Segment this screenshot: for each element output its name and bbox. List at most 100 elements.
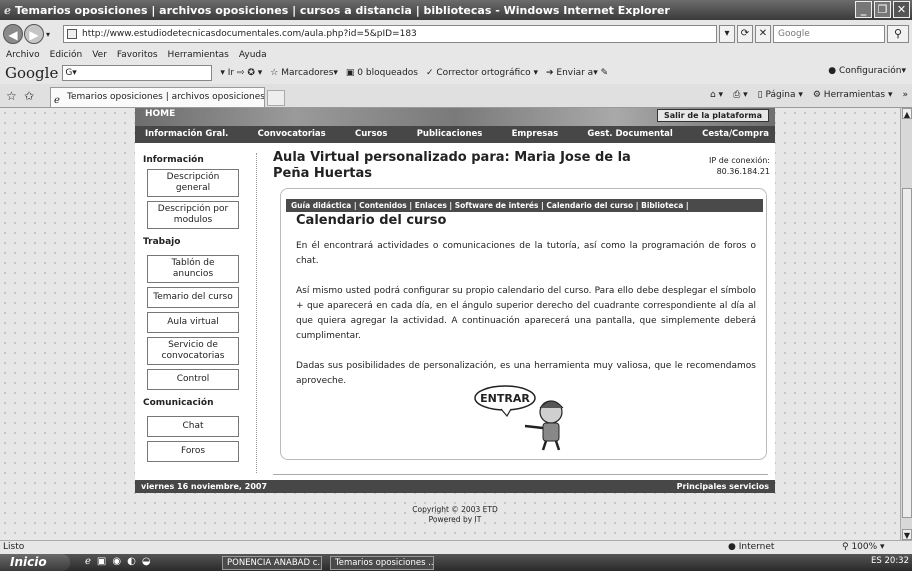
sidebar-item-temario[interactable]: Temario del curso (147, 287, 239, 308)
footer-services-link[interactable]: Principales servicios (677, 480, 769, 493)
popup-blocked-button[interactable]: ▣ 0 bloqueados (346, 68, 418, 78)
nav-convocatorias[interactable]: Convocatorias (258, 126, 326, 143)
scroll-down-icon[interactable]: ▼ (902, 529, 912, 540)
bookmarks-button[interactable]: ☆ Marcadores▾ (270, 68, 338, 78)
sidebar-item-aula-virtual[interactable]: Aula virtual (147, 312, 239, 333)
menu-edicion[interactable]: Edición (50, 48, 83, 62)
google-config-label: Configuración▾ (839, 66, 906, 76)
send-to-button[interactable]: ➔ Enviar a▾ ✎ (546, 68, 608, 78)
taskbar-task-word[interactable]: PONENCIA ANABAD c... (222, 556, 322, 570)
address-dropdown-button[interactable]: ▾ (719, 25, 735, 43)
mascot-hair (539, 400, 564, 409)
favorites-star-icon[interactable]: ☆ (6, 89, 17, 103)
sidebar-item-control[interactable]: Control (147, 369, 239, 390)
logout-button[interactable]: Salir de la plataforma (657, 109, 769, 122)
sidebar-heading-trabajo: Trabajo (143, 237, 181, 247)
zoom-label: 100% (851, 542, 878, 552)
footer-date: viernes 16 noviembre, 2007 (141, 482, 268, 491)
history-dropdown-icon[interactable]: ▾ (46, 30, 50, 39)
forward-button[interactable]: ▶ (24, 24, 44, 44)
tools-menu-button[interactable]: ⚙ Herramientas ▾ (813, 90, 893, 100)
add-favorite-icon[interactable]: ✩ (24, 89, 34, 103)
menu-ver[interactable]: Ver (92, 48, 107, 62)
back-button[interactable]: ◀ (3, 24, 23, 44)
menu-bar: Archivo Edición Ver Favoritos Herramient… (0, 48, 912, 62)
nav-empresas[interactable]: Empresas (512, 126, 559, 143)
google-go-button[interactable]: ▾ Ir ⇨ ✪ ▾ (220, 68, 262, 78)
course-subnav[interactable]: Guía didáctica | Contenidos | Enlaces | … (286, 199, 763, 212)
close-button[interactable]: ✕ (893, 1, 910, 18)
refresh-button[interactable]: ⟳ (737, 25, 753, 43)
content-panel: Guía didáctica | Contenidos | Enlaces | … (280, 188, 767, 460)
menu-herramientas[interactable]: Herramientas (168, 48, 229, 62)
sidebar-heading-comunicacion: Comunicación (143, 398, 214, 408)
sidebar-item-descripcion-general[interactable]: Descripción general (147, 169, 239, 197)
window-titlebar: ℯ Temarios oposiciones | archivos oposic… (0, 0, 912, 20)
menu-favoritos[interactable]: Favoritos (117, 48, 158, 62)
quicklaunch-media-icon[interactable]: ◒ (142, 556, 151, 567)
print-icon[interactable]: ⎙ ▾ (733, 90, 748, 100)
entrar-mascot-button[interactable]: ENTRAR (471, 382, 571, 452)
status-bar: Listo ● Internet ⚲ 100% ▾ (0, 540, 912, 554)
nav-cursos[interactable]: Cursos (355, 126, 387, 143)
window-title: Temarios oposiciones | archivos oposicio… (15, 3, 670, 17)
zoom-control[interactable]: ⚲ 100% ▾ (842, 541, 885, 554)
google-search-field[interactable]: G▾ (62, 65, 213, 81)
google-config-button[interactable]: ● Configuración▾ (828, 66, 906, 76)
taskbar-task-ie[interactable]: Temarios oposiciones ... (330, 556, 434, 570)
sidebar-item-tablon[interactable]: Tablón de anuncios (147, 255, 239, 283)
site-footer: viernes 16 noviembre, 2007 Principales s… (135, 480, 775, 493)
scroll-up-icon[interactable]: ▲ (902, 108, 912, 119)
quicklaunch-ie-icon[interactable]: ℯ (85, 556, 91, 567)
window-controls: _ ❐ ✕ (855, 1, 910, 18)
quicklaunch-desktop-icon[interactable]: ▣ (97, 556, 106, 567)
mascot-arm (524, 424, 544, 430)
sidebar-heading-informacion: Información (143, 155, 204, 165)
ip-info: IP de conexión: 80.36.184.21 (685, 155, 770, 177)
banner-home-link[interactable]: HOME (145, 109, 175, 119)
vertical-scrollbar[interactable]: ▲ ▼ (900, 108, 912, 540)
sidebar-item-servicio-convocatorias[interactable]: Servicio de convocatorias (147, 337, 239, 365)
sidebar-item-chat[interactable]: Chat (147, 416, 239, 437)
page-menu-button[interactable]: ▯ Página ▾ (758, 90, 803, 100)
entrar-label: ENTRAR (480, 392, 530, 405)
google-logo: Google (5, 64, 59, 82)
security-zone: ● Internet (728, 542, 775, 552)
ie-logo-icon: ℯ (4, 3, 11, 17)
new-tab-button[interactable] (267, 90, 285, 106)
address-url: http://www.estudiodetecnicasdocumentales… (82, 29, 417, 39)
chevron-more-icon[interactable]: » (902, 90, 908, 100)
mascot-body (542, 422, 560, 442)
search-input[interactable]: Google (773, 25, 885, 43)
top-nav: Información Gral. Convocatorias Cursos P… (135, 126, 775, 143)
send-to-label: Enviar a▾ (556, 68, 598, 78)
menu-ayuda[interactable]: Ayuda (239, 48, 267, 62)
menu-archivo[interactable]: Archivo (6, 48, 40, 62)
maximize-button[interactable]: ❐ (874, 1, 891, 18)
stop-button[interactable]: ✕ (755, 25, 771, 43)
tab-temarios[interactable]: ℯ Temarios oposiciones | archivos oposic… (50, 87, 265, 107)
nav-gestion-documental[interactable]: Gest. Documental (587, 126, 672, 143)
sidebar-item-descripcion-modulos[interactable]: Descripción por modulos (147, 201, 239, 229)
page-viewport: HOME Salir de la plataforma Información … (0, 108, 900, 540)
google-go-label: Ir (227, 68, 235, 78)
status-text: Listo (3, 542, 25, 552)
spellcheck-button[interactable]: ✓ Corrector ortográfico ▾ (426, 68, 538, 78)
nav-publicaciones[interactable]: Publicaciones (417, 126, 483, 143)
sidebar-item-foros[interactable]: Foros (147, 441, 239, 462)
quicklaunch-mail-icon[interactable]: ◐ (127, 556, 136, 567)
ip-label: IP de conexión: (708, 156, 770, 165)
mascot-legs (541, 440, 561, 451)
panel-text: En él encontrará actividades o comunicac… (296, 239, 756, 404)
quicklaunch-app-icon[interactable]: ◉ (112, 556, 121, 567)
address-field[interactable]: http://www.estudiodetecnicasdocumentales… (63, 25, 717, 43)
home-icon[interactable]: ⌂ ▾ (710, 90, 723, 100)
nav-informacion[interactable]: Información Gral. (145, 126, 228, 143)
taskbar: Inicio ℯ ▣ ◉ ◐ ◒ PONENCIA ANABAD c... Te… (0, 554, 912, 571)
start-button[interactable]: Inicio (0, 554, 70, 571)
scroll-thumb[interactable] (902, 188, 912, 518)
search-icon[interactable]: ⚲ (887, 25, 909, 43)
copyright-line: Copyright © 2003 ETD (412, 505, 498, 514)
nav-cesta-compra[interactable]: Cesta/Compra (702, 126, 769, 143)
minimize-button[interactable]: _ (855, 1, 872, 18)
